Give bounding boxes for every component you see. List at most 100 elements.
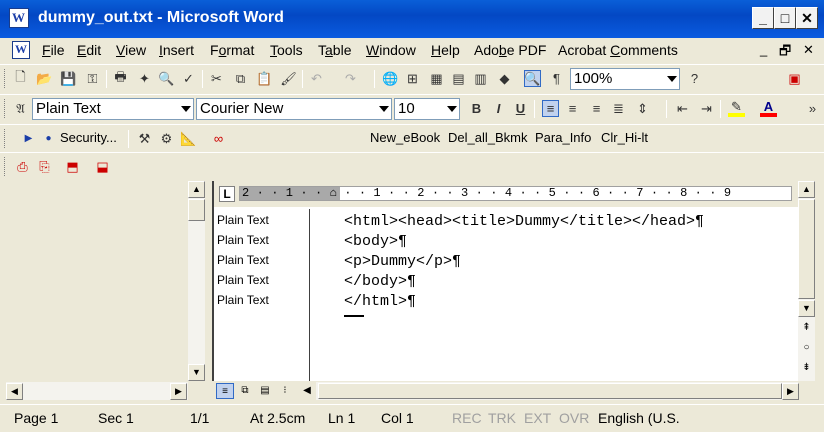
document-line[interactable]: <body>¶	[344, 233, 407, 250]
word-icon[interactable]: W	[9, 8, 29, 28]
font-color-icon[interactable]: A	[760, 99, 777, 117]
control-toolbox-icon[interactable]: ⚙	[158, 130, 175, 147]
align-right-icon[interactable]: ≡	[588, 100, 605, 117]
new-document-icon[interactable]: 🗋	[12, 69, 29, 87]
status-ovr[interactable]: OVR	[559, 410, 589, 426]
menu-tools[interactable]: Tools	[270, 42, 303, 58]
maximize-button[interactable]: □	[774, 7, 796, 29]
review-pdf-icon[interactable]: ⬒	[64, 158, 81, 175]
document-area[interactable]: Plain Text Plain Text Plain Text Plain T…	[212, 181, 798, 381]
normal-view-icon[interactable]: ≡	[216, 383, 234, 399]
record-macro-icon[interactable]: ●	[40, 130, 57, 147]
menu-window[interactable]: Window	[366, 42, 416, 58]
scroll-right-button[interactable]: ▶	[782, 383, 799, 400]
document-line[interactable]: <p>Dummy</p>¶	[344, 253, 461, 270]
menu-help[interactable]: Help	[431, 42, 460, 58]
insert-excel-icon[interactable]: ▤	[450, 70, 467, 87]
close-button[interactable]: ✕	[796, 7, 818, 29]
toolbar-grip[interactable]	[4, 69, 7, 88]
link-macro-icon[interactable]: ∞	[210, 130, 227, 147]
minimize-button[interactable]: _	[752, 7, 774, 29]
status-language[interactable]: English (U.S.	[598, 410, 680, 426]
menu-view[interactable]: View	[116, 42, 146, 58]
font-size-combo[interactable]: 10	[394, 98, 460, 120]
scroll-down-button[interactable]: ▼	[798, 300, 815, 317]
scroll-left-button[interactable]: ◀	[6, 383, 23, 400]
print-icon[interactable]: 🖶	[112, 69, 129, 87]
outline-view-icon[interactable]: ⁝	[276, 383, 294, 399]
underline-button[interactable]: U	[512, 100, 529, 117]
web-layout-icon[interactable]: ⧉	[236, 383, 254, 399]
select-browse-object-icon[interactable]: ○	[798, 339, 815, 356]
document-hscroll[interactable]: ▶	[316, 382, 799, 400]
document-line[interactable]: </html>¶	[344, 293, 416, 310]
toolbar-grip[interactable]	[4, 129, 7, 148]
bold-button[interactable]: B	[468, 100, 485, 117]
doc-minimize-button[interactable]: _	[760, 42, 767, 57]
macro-del-all-bkmk[interactable]: Del_all_Bkmk	[448, 130, 527, 145]
hyperlink-icon[interactable]: 🌐	[382, 70, 399, 87]
research-icon[interactable]: ✦	[136, 70, 153, 87]
convert-pdf-icon[interactable]: ⎙	[14, 158, 31, 175]
visual-basic-icon[interactable]: ⚒	[136, 130, 153, 147]
scroll-right-button[interactable]: ▶	[170, 383, 187, 400]
macro-para-info[interactable]: Para_Info	[535, 130, 591, 145]
cut-icon[interactable]: ✂	[208, 70, 225, 87]
document-vscroll[interactable]: ▲ ▼ ⇞ ○ ⇟	[798, 181, 815, 381]
doc-restore-button[interactable]: 🗗	[779, 42, 791, 64]
document-line[interactable]: <html><head><title>Dummy</title></head>¶	[344, 213, 704, 230]
insert-table-icon[interactable]: ▦	[428, 70, 445, 87]
document-line[interactable]: </body>¶	[344, 273, 416, 290]
next-page-icon[interactable]: ⇟	[798, 359, 815, 376]
macro-new-ebook[interactable]: New_eBook	[370, 130, 440, 145]
menu-file[interactable]: File	[42, 42, 65, 58]
status-trk[interactable]: TRK	[488, 410, 516, 426]
increase-indent-icon[interactable]: ⇥	[698, 100, 715, 117]
spelling-icon[interactable]: ✓	[180, 70, 197, 87]
menu-adobe-pdf[interactable]: Adobe PDF	[474, 42, 546, 58]
status-ext[interactable]: EXT	[524, 410, 551, 426]
horizontal-ruler[interactable]: L 2 · · 1 · · ⌂ · · 1 · · 2 · · 3 · · 4 …	[214, 181, 798, 207]
macro-clr-hi-lt[interactable]: Clr_Hi-lt	[601, 130, 648, 145]
doc-close-button[interactable]: ✕	[803, 42, 814, 58]
styles-formatting-icon[interactable]: 𝔄	[12, 100, 29, 117]
drawing-icon[interactable]: ◆	[496, 70, 513, 87]
open-folder-icon[interactable]: 📂	[36, 70, 53, 87]
status-rec[interactable]: REC	[452, 410, 482, 426]
toolbar-grip[interactable]	[4, 99, 7, 118]
tab-selector[interactable]: L	[219, 186, 235, 202]
zoom-combo[interactable]: 100%	[570, 68, 680, 90]
italic-button[interactable]: I	[490, 100, 507, 117]
redo-icon[interactable]: ↷	[342, 70, 359, 87]
columns-icon[interactable]: ▥	[472, 70, 489, 87]
paste-icon[interactable]: 📋	[256, 70, 273, 87]
menu-edit[interactable]: Edit	[77, 42, 101, 58]
design-mode-icon[interactable]: 📐	[180, 130, 197, 147]
justify-icon[interactable]: ≣	[610, 100, 627, 117]
menu-acrobat-comments[interactable]: Acrobat Comments	[558, 42, 678, 58]
scroll-thumb[interactable]	[798, 199, 815, 299]
style-combo[interactable]: Plain Text	[32, 98, 194, 120]
format-painter-icon[interactable]: 🖌	[280, 70, 297, 87]
menu-format[interactable]: Format	[210, 42, 254, 58]
decrease-indent-icon[interactable]: ⇤	[674, 100, 691, 117]
document-map-vscroll[interactable]: ▲ ▼	[188, 181, 205, 381]
document-map-icon[interactable]: 🔍	[524, 70, 541, 87]
permission-icon[interactable]: ⚿	[84, 70, 101, 87]
read-icon[interactable]: ▣	[786, 70, 803, 87]
line-spacing-icon[interactable]: ⇕	[634, 100, 651, 117]
scroll-thumb[interactable]	[318, 383, 782, 399]
document-icon[interactable]: W	[12, 41, 30, 59]
toolbar-options-icon[interactable]: »	[804, 100, 821, 117]
convert-email-pdf-icon[interactable]: ⎘	[36, 158, 53, 175]
copy-icon[interactable]: ⧉	[232, 70, 249, 87]
save-icon[interactable]: 💾	[60, 70, 77, 87]
pdf-options-icon[interactable]: ⬓	[94, 158, 111, 175]
font-combo[interactable]: Courier New	[196, 98, 392, 120]
scroll-up-button[interactable]: ▲	[188, 181, 205, 198]
document-map-hscroll[interactable]: ◀ ▶	[6, 382, 188, 400]
menu-table[interactable]: Table	[318, 42, 351, 58]
security-button[interactable]: Security...	[60, 130, 117, 145]
print-layout-icon[interactable]: ▤	[256, 383, 274, 399]
reading-layout-icon[interactable]: ◀	[298, 383, 316, 399]
